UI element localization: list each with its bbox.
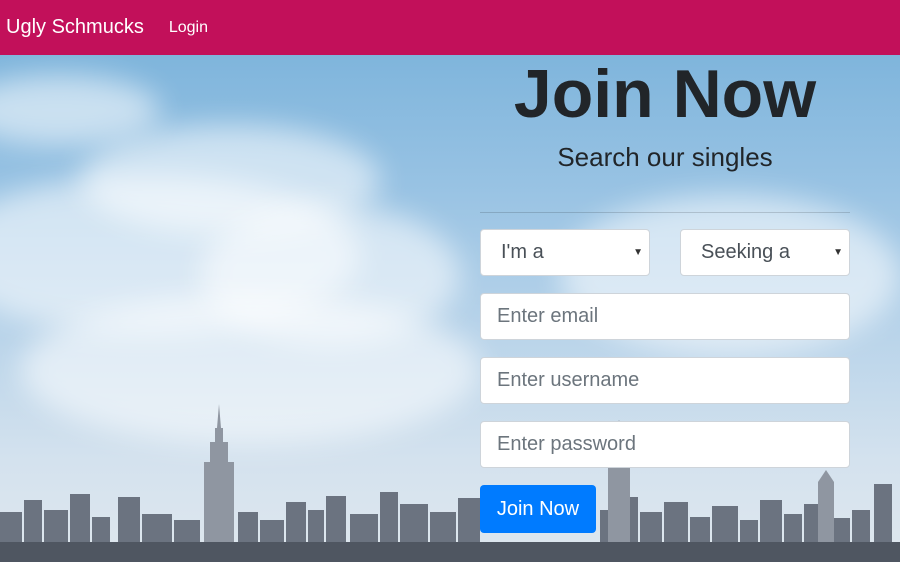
cloud [0, 75, 160, 145]
page-title: Join Now [513, 56, 817, 132]
chevron-down-icon: ▼ [833, 247, 843, 258]
chevron-down-icon: ▼ [633, 247, 643, 258]
login-link[interactable]: Login [169, 19, 208, 37]
seeking-select[interactable]: Seeking a ▼ [680, 229, 850, 276]
username-field[interactable]: Enter username [480, 357, 850, 404]
password-placeholder: Enter password [497, 433, 636, 455]
divider [480, 212, 850, 213]
brand-link[interactable]: Ugly Schmucks [6, 16, 144, 39]
seeking-select-value: Seeking a [701, 241, 790, 263]
password-field[interactable]: Enter password [480, 421, 850, 468]
page-subtitle: Search our singles [557, 142, 773, 172]
username-placeholder: Enter username [497, 369, 640, 391]
join-now-button[interactable]: Join Now [480, 485, 596, 533]
gender-select[interactable]: I'm a ▼ [480, 229, 650, 276]
gender-select-value: I'm a [501, 241, 544, 263]
navbar: Ugly Schmucks Login [0, 0, 900, 55]
email-field[interactable]: Enter email [480, 293, 850, 340]
email-placeholder: Enter email [497, 305, 599, 327]
